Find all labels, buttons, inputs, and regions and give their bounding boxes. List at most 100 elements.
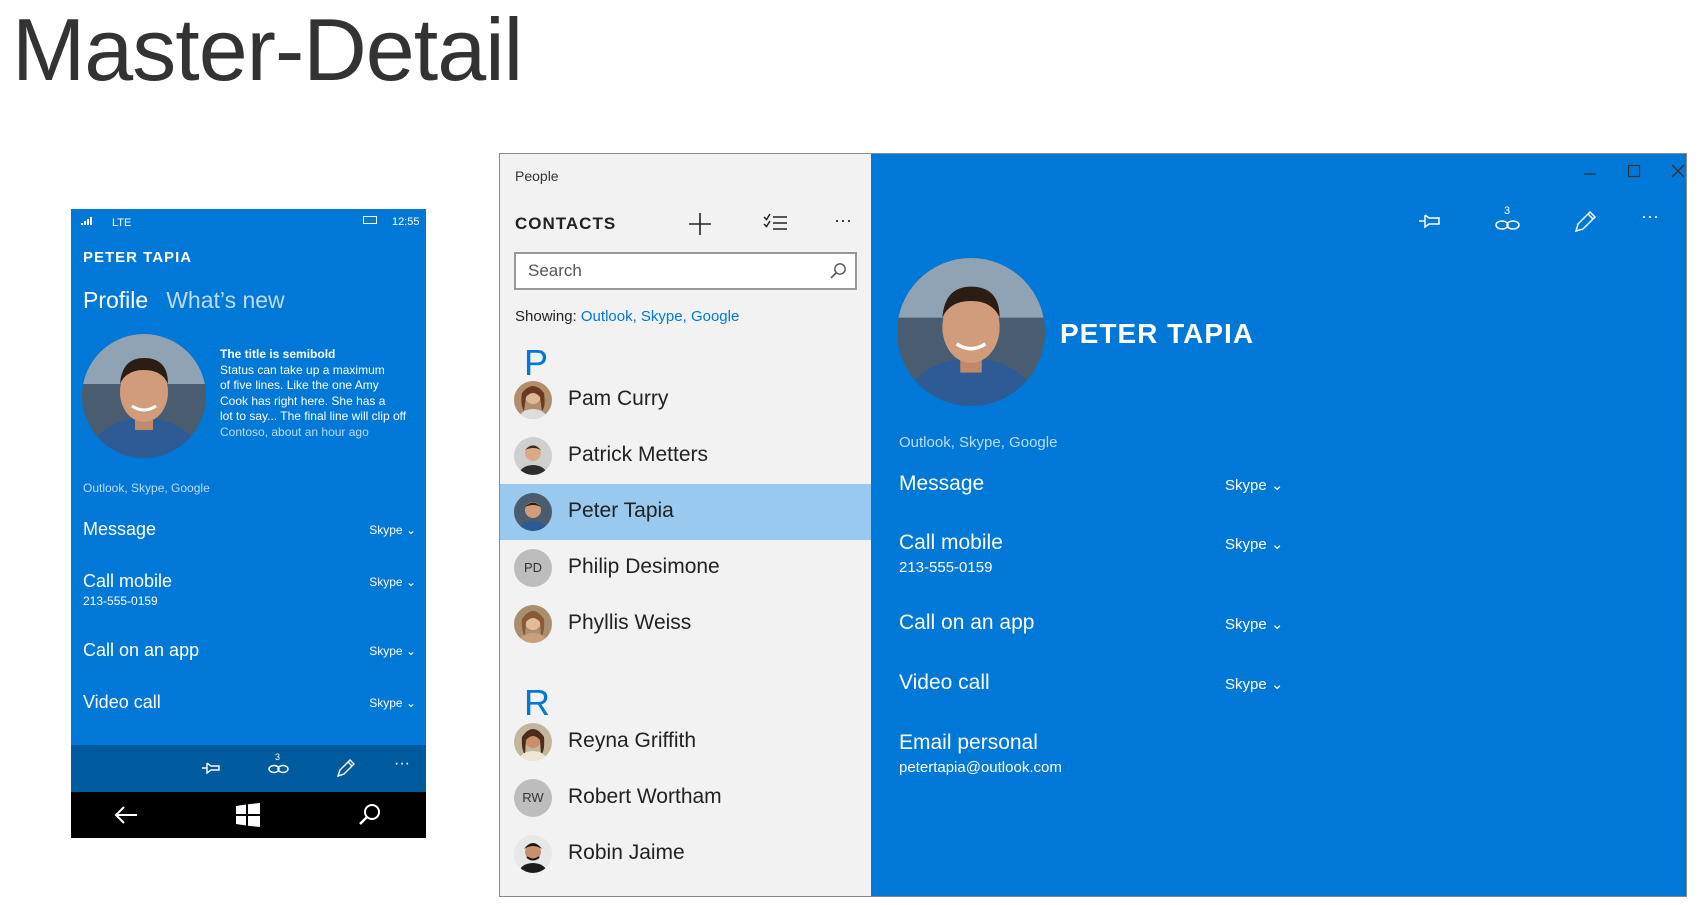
contact-name: Philip Desimone [568,555,720,578]
svg-text:3: 3 [275,752,280,762]
select-icon[interactable] [763,212,789,234]
contact-item[interactable]: Pam Curry [500,372,871,428]
clock: 12:55 [392,216,420,228]
showing-label: Showing: [515,308,577,325]
service-dropdown[interactable]: Skype ⌄ [369,523,416,537]
phone-number: 213-555-0159 [83,594,158,608]
action-call-mobile[interactable]: Call mobile 213-555-0159 Skype ⌄ [899,531,1299,576]
action-email-personal[interactable]: Email personal petertapia@outlook.com [899,731,1299,776]
service-dropdown[interactable]: Skype ⌄ [369,575,416,589]
service-dropdown[interactable]: Skype ⌄ [1225,615,1283,633]
contact-name: Reyna Griffith [568,729,696,752]
avatar [514,835,552,873]
contact-item[interactable]: Robin Jaime [500,826,871,882]
action-call-mobile[interactable]: Call mobile 213-555-0159 Skype ⌄ [83,571,416,608]
phone-number: 213-555-0159 [899,559,993,576]
svg-text:3: 3 [1504,205,1510,217]
add-icon[interactable] [686,210,714,238]
search-input[interactable] [528,261,818,281]
avatar-initials: RW [514,779,552,817]
service-dropdown[interactable]: Skype ⌄ [1225,476,1283,494]
contact-name: Phyllis Weiss [568,611,692,634]
link-icon[interactable]: 3 [1494,204,1522,236]
action-label: Call mobile [83,571,173,591]
detail-pane: 3 ··· PETER TAPIA Outlook, Skype, Google… [871,154,1686,896]
page-title: Master-Detail [12,0,523,99]
avatar [82,334,206,458]
status-line: Status can take up a maximum [220,362,385,377]
contact-name: Patrick Metters [568,443,709,466]
action-video-call[interactable]: Video call Skype ⌄ [899,671,1299,695]
link-icon[interactable]: 3 [267,751,291,779]
service-dropdown[interactable]: Skype ⌄ [369,644,416,658]
edit-icon[interactable] [335,757,357,779]
avatar [514,605,552,643]
avatar [897,258,1045,406]
master-pane: People CONTACTS ··· Showing: Outlook, Sk… [500,154,871,896]
more-icon[interactable]: ··· [394,755,410,773]
search-box [514,252,857,290]
status-line: of five lines. Like the one Amy [220,378,379,392]
people-window: People CONTACTS ··· Showing: Outlook, Sk… [499,153,1687,897]
service-dropdown[interactable]: Skype ⌄ [369,696,416,710]
maximize-icon[interactable] [1627,164,1641,178]
action-label: Video call [83,692,161,712]
chevron-down-icon: ⌄ [1270,616,1284,633]
search-icon[interactable] [829,262,847,280]
sources-label: Outlook, Skype, Google [83,481,210,495]
chevron-down-icon: ⌄ [405,644,416,658]
tab-profile[interactable]: Profile [83,287,148,313]
phone-status-bar: LTE 12:55 [71,209,426,235]
chevron-down-icon: ⌄ [1270,536,1284,553]
avatar-initials: PD [514,549,552,587]
action-call-app[interactable]: Call on an app Skype ⌄ [83,640,416,661]
search-icon[interactable] [358,803,382,827]
action-call-app[interactable]: Call on an app Skype ⌄ [899,611,1299,635]
contacts-header: CONTACTS [515,214,617,233]
more-icon[interactable]: ··· [1641,206,1659,227]
avatar [514,437,552,475]
action-video-call[interactable]: Video call Skype ⌄ [83,692,416,713]
action-label: Message [83,519,157,539]
status-meta: Contoso, about an hour ago [220,424,369,439]
contact-item[interactable]: Reyna Griffith [500,714,871,770]
chevron-down-icon: ⌄ [405,696,416,710]
chevron-down-icon: ⌄ [1270,477,1284,494]
contact-item[interactable]: PD Philip Desimone [500,540,871,596]
contact-item[interactable]: Phyllis Weiss [500,596,871,652]
action-message[interactable]: Message Skype ⌄ [83,519,416,540]
avatar [514,723,552,761]
status-line: Cook has right here. She has a [220,393,386,408]
back-icon[interactable] [113,804,139,826]
pin-icon[interactable] [1417,212,1443,230]
sources-label: Outlook, Skype, Google [899,434,1058,451]
status-line: lot to say... The final line will clip o… [220,409,407,423]
avatar [514,493,552,531]
chevron-down-icon: ⌄ [405,575,416,589]
action-message[interactable]: Message Skype ⌄ [899,472,1299,496]
battery-icon [363,216,377,224]
navigation-bar [71,792,426,838]
pin-icon[interactable] [200,760,222,776]
more-icon[interactable]: ··· [834,210,852,231]
windows-icon[interactable] [236,803,260,827]
close-icon[interactable] [1671,164,1685,178]
action-label: Email personal [899,731,1038,754]
contact-item[interactable]: Patrick Metters [500,428,871,484]
contact-name: Pam Curry [568,387,669,410]
edit-icon[interactable] [1573,208,1599,234]
service-dropdown[interactable]: Skype ⌄ [1225,535,1283,553]
chevron-down-icon: ⌄ [405,523,416,537]
phone-screen: LTE 12:55 PETER TAPIA Profile What’s new … [71,209,426,838]
contact-item-selected[interactable]: Peter Tapia [500,484,871,540]
network-type: LTE [112,217,132,229]
contact-item[interactable]: RW Robert Wortham [500,770,871,826]
tab-whats-new[interactable]: What’s new [166,287,284,313]
signal-icon [81,216,95,225]
contact-name: PETER TAPIA [1060,318,1255,349]
service-dropdown[interactable]: Skype ⌄ [1225,675,1283,693]
status-post: The title is semibold Status can take up… [220,347,426,440]
contact-name: PETER TAPIA [83,249,193,266]
showing-sources-link[interactable]: Outlook, Skype, Google [581,308,739,325]
minimize-icon[interactable] [1583,164,1597,178]
